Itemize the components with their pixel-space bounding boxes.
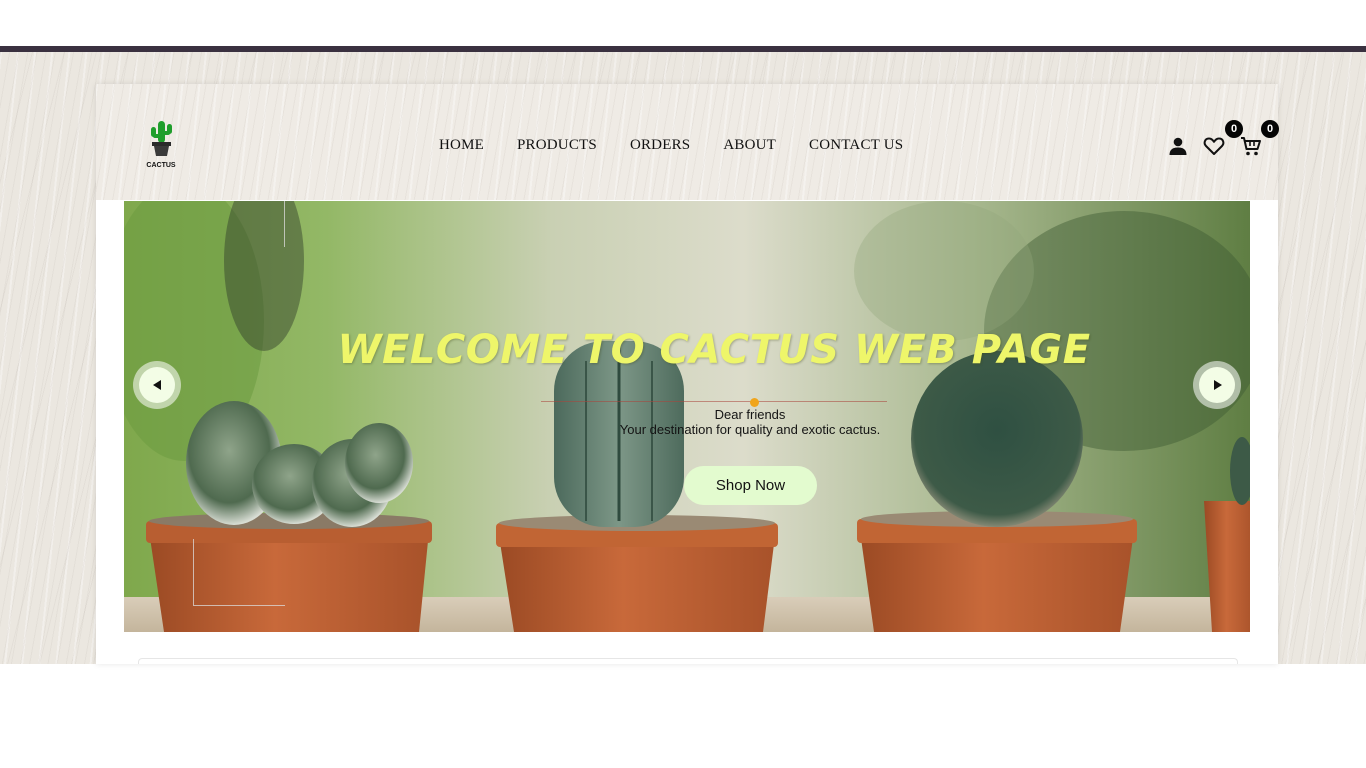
nav-home[interactable]: HOME [439,137,484,157]
caret-left-icon [153,380,161,390]
nav-contact-us[interactable]: CONTACT US [809,137,903,157]
cart-count-badge: 0 [1261,120,1279,138]
decor-line-bottom-h [193,605,285,606]
content-section-top [138,658,1238,664]
heart-icon[interactable] [1203,136,1225,156]
brand-logo[interactable]: CACTUS [138,118,184,174]
hero-greeting: Dear friends [714,407,786,422]
nav-about[interactable]: ABOUT [723,137,776,157]
user-icon[interactable] [1168,136,1188,156]
slider-next-button[interactable] [1193,361,1241,409]
hero-subtitle: Your destination for quality and exotic … [619,422,881,437]
nav-orders[interactable]: ORDERS [630,137,690,157]
site-header: CACTUS HOME PRODUCTS ORDERS ABOUT CONTAC… [96,84,1279,200]
decor-line-bottom-v [193,539,194,605]
nav-products[interactable]: PRODUCTS [517,137,597,157]
header-icons: 0 0 [1166,120,1286,166]
logo-text: CACTUS [146,162,176,169]
cart-icon[interactable] [1240,135,1262,157]
slider-prev-button[interactable] [133,361,181,409]
caret-right-icon [1214,380,1222,390]
hero-divider [541,401,887,402]
hero-slider: WELCOME TO CACTUS WEB PAGE Dear friends … [124,201,1250,632]
hero-divider-dot [750,398,759,407]
hero-title: WELCOME TO CACTUS WEB PAGE [337,327,1091,373]
decor-line-top [284,201,285,247]
shop-now-button[interactable]: Shop Now [684,466,817,505]
cactus-logo-icon [151,121,172,156]
main-nav: HOME PRODUCTS ORDERS ABOUT CONTACT US [439,137,903,157]
